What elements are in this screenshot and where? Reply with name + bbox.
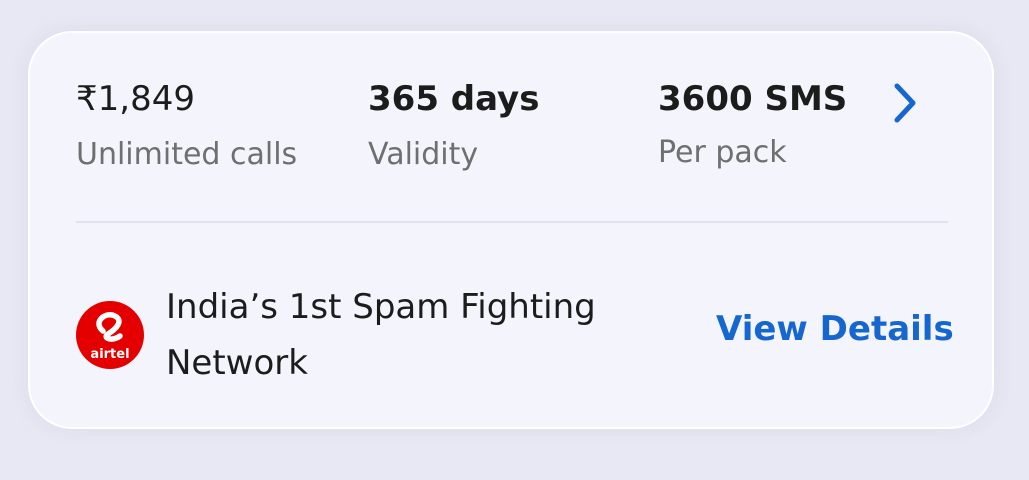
svg-text:airtel: airtel xyxy=(90,347,129,362)
plan-price: ₹1,849 xyxy=(76,79,195,119)
divider xyxy=(76,221,948,223)
plan-sms-label: Per pack xyxy=(658,135,787,170)
price-stat: ₹1,849 Unlimited calls xyxy=(76,77,297,175)
sms-stat: 3600 SMS Per pack xyxy=(658,77,847,173)
airtel-logo: airtel xyxy=(76,301,144,369)
plan-validity-label: Validity xyxy=(368,137,479,172)
plan-card[interactable]: ₹1,849 Unlimited calls 365 days Validity… xyxy=(28,31,994,429)
view-details-link[interactable]: View Details xyxy=(716,307,954,351)
validity-stat: 365 days Validity xyxy=(368,77,539,175)
plan-validity: 365 days xyxy=(368,79,540,119)
plan-sms: 3600 SMS xyxy=(658,79,848,119)
network-tagline: India’s 1st Spam Fighting Network xyxy=(166,287,596,383)
chevron-right-icon[interactable] xyxy=(886,81,922,125)
plan-price-label: Unlimited calls xyxy=(76,137,298,172)
